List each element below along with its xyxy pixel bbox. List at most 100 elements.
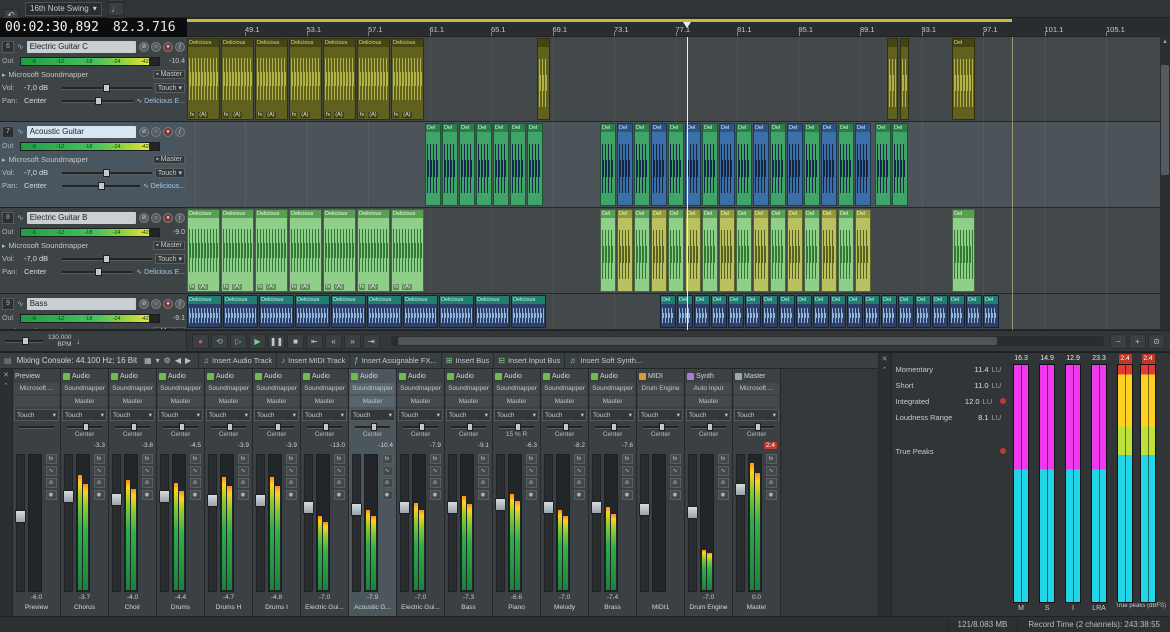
audio-clip[interactable]: Delicious <box>187 295 222 328</box>
fader-track[interactable] <box>448 454 457 592</box>
pan-handle[interactable] <box>227 423 233 431</box>
envelope-icon[interactable]: ∿ <box>94 466 105 476</box>
audio-clip[interactable]: Del <box>677 295 693 328</box>
pan-slider[interactable] <box>211 423 246 431</box>
pan-handle[interactable] <box>611 423 617 431</box>
fader-handle[interactable] <box>591 501 602 514</box>
pan-slider[interactable] <box>307 423 342 431</box>
channel-strip[interactable]: AudioSoundmapperMasterTouch▾Center-3.8fx… <box>109 369 157 616</box>
go-to-start-button[interactable]: ⇤ <box>306 334 323 349</box>
envelope-icon[interactable]: ∿ <box>142 466 153 476</box>
volume-slider[interactable] <box>62 84 152 92</box>
pan-handle[interactable] <box>95 97 102 105</box>
fader-track[interactable] <box>640 454 649 592</box>
horizontal-scroll-thumb[interactable] <box>398 337 997 345</box>
strip-device-button[interactable]: Soundmapper <box>494 383 539 394</box>
fader-track[interactable] <box>736 454 745 592</box>
mute-icon[interactable]: ⊘ <box>622 478 633 488</box>
mute-button[interactable]: ⊘ <box>139 127 149 137</box>
pin-icon[interactable]: ⌃ <box>3 382 9 390</box>
solo-icon[interactable]: ◉ <box>526 490 537 500</box>
zoom-out-icon[interactable]: − <box>1110 334 1127 349</box>
audio-clip[interactable]: Del <box>736 123 752 206</box>
solo-icon[interactable]: ◉ <box>94 490 105 500</box>
pan-handle[interactable] <box>467 423 473 431</box>
audio-clip[interactable]: Del <box>770 123 786 206</box>
arm-button[interactable]: ● <box>163 42 173 52</box>
track-bus-button[interactable]: ▪ Master <box>153 155 185 164</box>
preview-volume-slider[interactable] <box>5 337 43 345</box>
fader-handle[interactable] <box>399 501 410 514</box>
audio-clip[interactable]: Del <box>728 295 744 328</box>
pan-slider[interactable] <box>499 423 534 431</box>
solo-icon[interactable]: ◉ <box>382 490 393 500</box>
solo-button[interactable]: ○ <box>151 299 161 309</box>
strip-automation-button[interactable]: Touch▾ <box>590 409 635 421</box>
pan-slider[interactable] <box>163 423 198 431</box>
strip-device-button[interactable]: Microsoft ... <box>14 383 59 394</box>
pan-slider[interactable] <box>739 423 774 431</box>
strip-name[interactable]: Brass <box>590 604 635 615</box>
audio-clip[interactable] <box>537 38 550 120</box>
audio-clip[interactable]: Del <box>442 123 458 206</box>
fx-icon[interactable]: fx <box>718 454 729 464</box>
envelope-icon[interactable]: ∿ <box>430 466 441 476</box>
fader-track[interactable] <box>592 454 601 592</box>
audio-clip[interactable]: Del <box>915 295 931 328</box>
pan-slider[interactable] <box>62 268 133 276</box>
audio-clip[interactable]: Del <box>838 123 854 206</box>
channel-strip[interactable]: AudioSoundmapperMasterTouch▾Center-8.2fx… <box>541 369 589 616</box>
audio-clip[interactable]: Delicious <box>295 295 330 328</box>
audio-clip[interactable]: Del <box>702 123 718 206</box>
solo-button[interactable]: ○ <box>151 42 161 52</box>
volume-slider[interactable] <box>62 255 152 263</box>
audio-clip[interactable]: Del <box>830 295 846 328</box>
strip-bus-button[interactable] <box>638 396 683 407</box>
close-icon[interactable]: ✕ <box>882 355 888 363</box>
audio-clip[interactable]: Del <box>660 295 676 328</box>
strip-pan-control[interactable]: Center <box>590 422 635 442</box>
solo-icon[interactable]: ◉ <box>766 490 777 500</box>
strip-automation-button[interactable]: Touch▾ <box>638 409 683 421</box>
mute-button[interactable]: ⊘ <box>139 299 149 309</box>
audio-clip[interactable]: Del <box>804 209 820 292</box>
audio-clip[interactable]: Delicious <box>331 295 366 328</box>
insert-audio-track-button[interactable]: ♫Insert Audio Track <box>198 353 276 368</box>
strip-name[interactable]: Piano <box>494 604 539 615</box>
fader-handle[interactable] <box>15 510 26 523</box>
audio-clip[interactable]: Del <box>892 123 908 206</box>
mute-icon[interactable]: ⊘ <box>718 478 729 488</box>
audio-clip[interactable]: Deliciousfx(A) <box>323 38 356 120</box>
fx-icon[interactable]: fx <box>766 454 777 464</box>
envelope-icon[interactable]: ∿ <box>238 466 249 476</box>
fx-icon[interactable]: fx <box>478 454 489 464</box>
audio-clip[interactable]: Del <box>787 123 803 206</box>
audio-clip[interactable]: Del <box>875 123 891 206</box>
audio-clip[interactable]: Deliciousfx(A) <box>221 209 254 292</box>
solo-icon[interactable]: ◉ <box>478 490 489 500</box>
arm-button[interactable]: ● <box>163 127 173 137</box>
track-bus-button[interactable]: ▪ Master <box>153 241 185 250</box>
views-icon[interactable]: ▦ <box>144 356 152 365</box>
fader-handle[interactable] <box>495 498 506 511</box>
audio-clip[interactable]: Del <box>459 123 475 206</box>
strip-device-button[interactable]: Soundmapper <box>350 383 395 394</box>
audio-clip[interactable]: Del <box>702 209 718 292</box>
mute-icon[interactable]: ⊘ <box>190 478 201 488</box>
channel-strip[interactable]: AudioSoundmapperMasterTouch▾Center-13.0f… <box>301 369 349 616</box>
fader-track[interactable] <box>400 454 409 592</box>
strip-bus-button[interactable]: Master <box>110 396 155 407</box>
track-device[interactable]: Microsoft Soundmapper <box>9 241 151 250</box>
tempo-display[interactable]: 130,000 BPM <box>48 334 72 348</box>
audio-clip[interactable]: Deliciousfx(A) <box>255 209 288 292</box>
audio-clip[interactable]: Del <box>651 209 667 292</box>
prev-icon[interactable]: ◀ <box>175 356 181 365</box>
fader-track[interactable] <box>496 454 505 592</box>
audio-clip[interactable]: Deliciousfx(A) <box>289 209 322 292</box>
strip-automation-button[interactable]: Touch▾ <box>494 409 539 421</box>
automation-mode-button[interactable]: Touch ▾ <box>155 83 185 93</box>
solo-button[interactable]: ○ <box>151 213 161 223</box>
audio-clip[interactable]: Deliciousfx(A) <box>357 38 390 120</box>
arm-button[interactable]: ● <box>163 213 173 223</box>
strip-name[interactable]: Electric Gui... <box>398 604 443 615</box>
